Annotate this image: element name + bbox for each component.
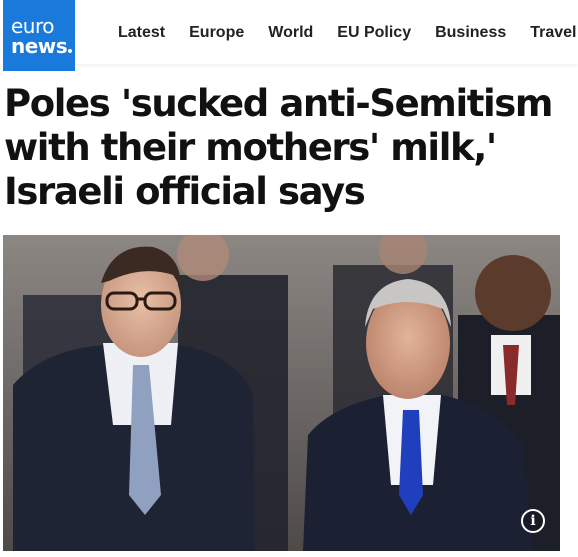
info-icon[interactable]: i — [521, 509, 545, 533]
nav-business[interactable]: Business — [435, 22, 506, 44]
nav-europe[interactable]: Europe — [189, 22, 244, 44]
main-nav: Latest Europe World EU Policy Business T… — [118, 22, 578, 44]
logo-text-line2-word: news — [11, 33, 68, 58]
logo-text-line1: euro — [11, 13, 55, 38]
top-navigation-bar: euro news Latest Europe World EU Policy … — [0, 0, 578, 71]
photo-illustration — [3, 235, 560, 551]
euronews-logo[interactable]: euro news — [3, 0, 75, 71]
nav-latest[interactable]: Latest — [118, 22, 165, 44]
logo-text-line2: news — [11, 36, 75, 56]
nav-travel[interactable]: Travel — [530, 22, 576, 44]
nav-eu-policy[interactable]: EU Policy — [337, 22, 411, 44]
logo-dot — [68, 48, 73, 53]
nav-world[interactable]: World — [268, 22, 313, 44]
article-headline: Poles 'sucked anti-Semitism with their m… — [4, 82, 553, 213]
article-photo[interactable]: i — [3, 235, 560, 551]
